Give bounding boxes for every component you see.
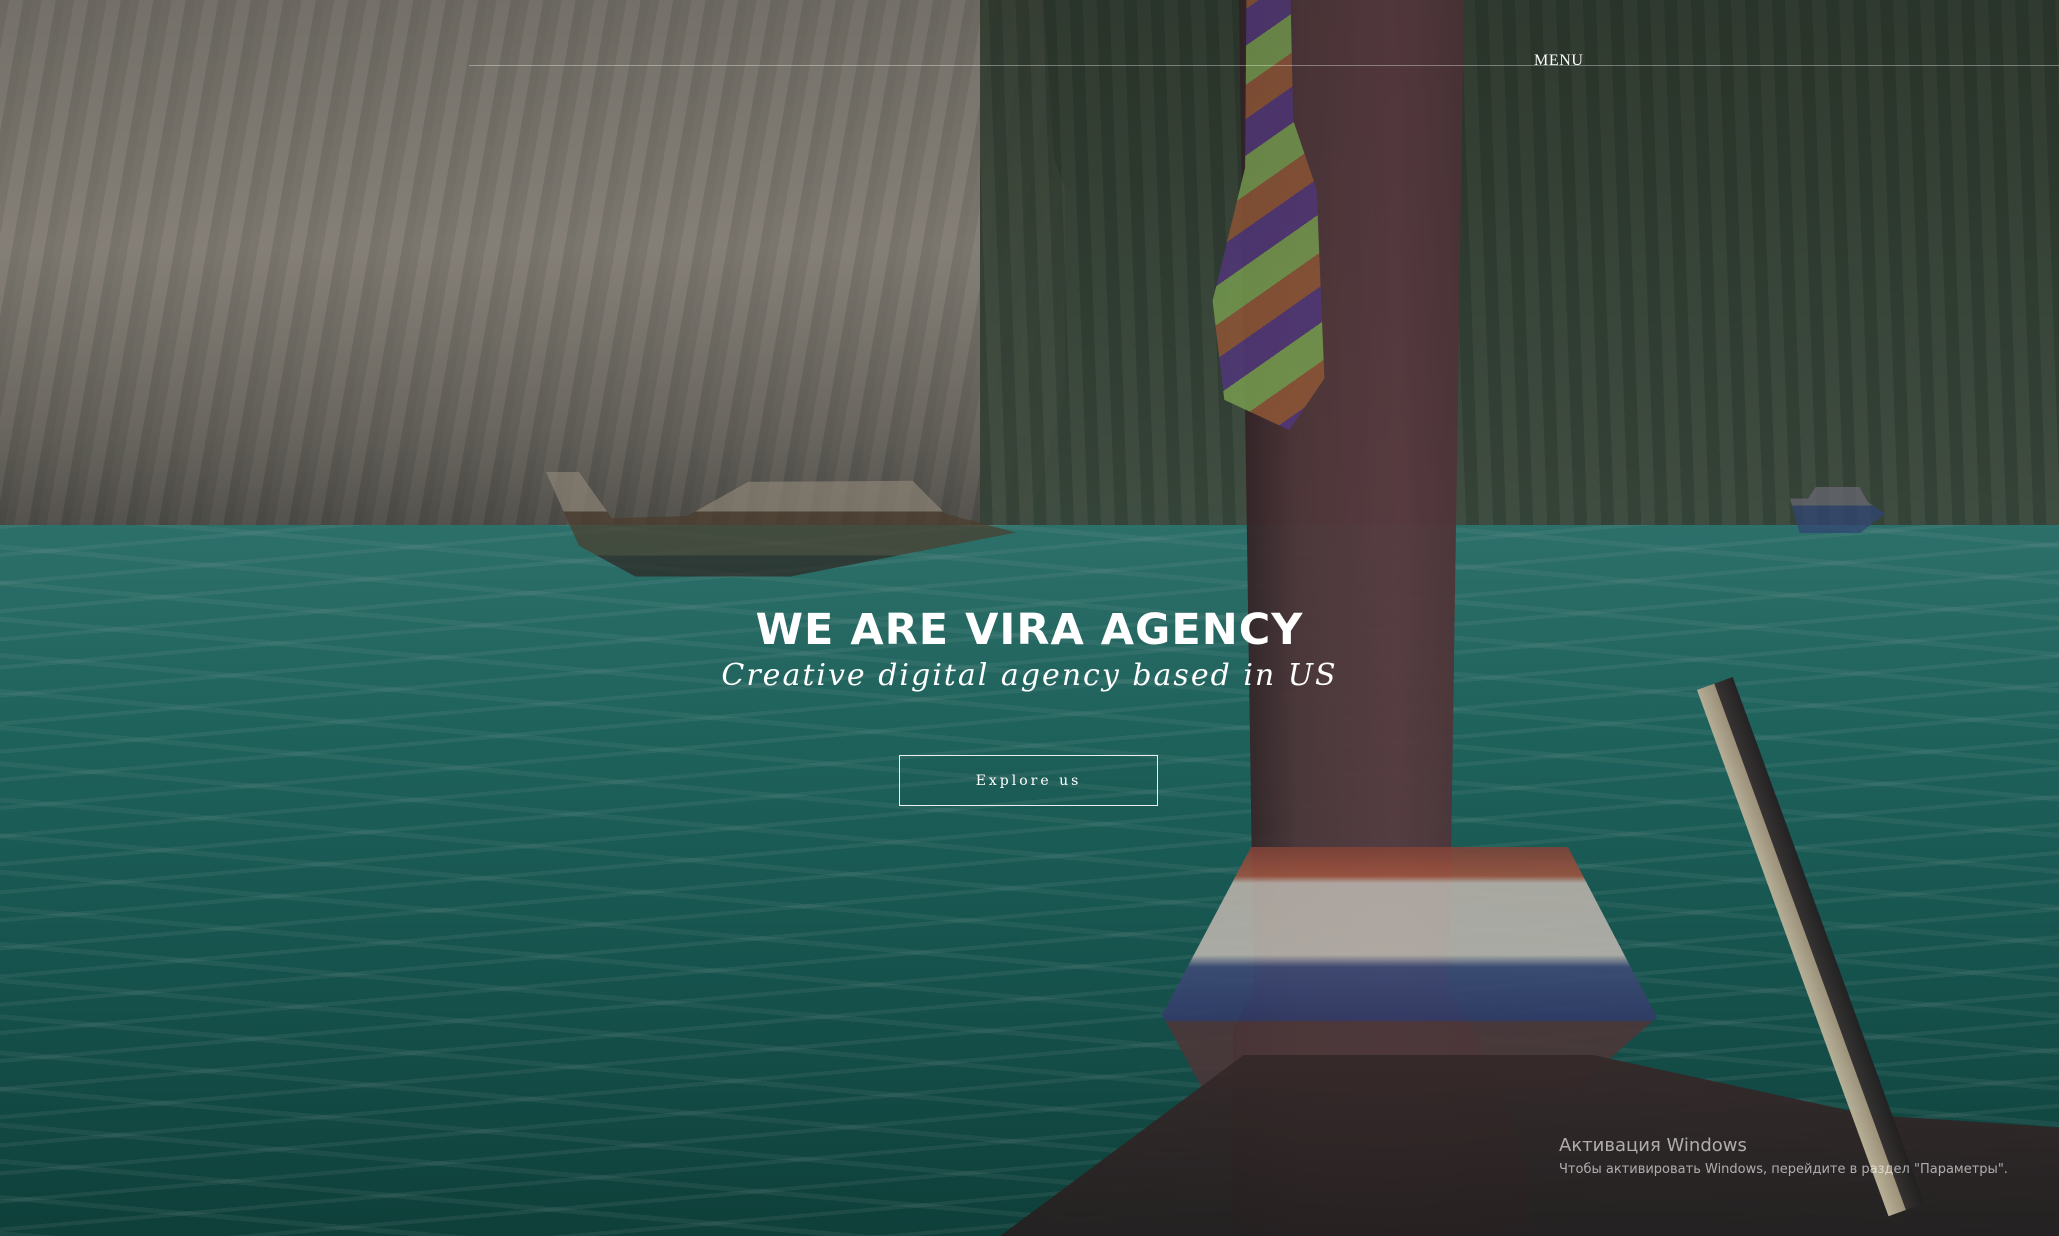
explore-button[interactable]: Explore us [899,755,1158,806]
menu-link[interactable]: MENU [1534,52,1584,70]
hero-subtitle: Creative digital agency based in US [721,658,1338,693]
hero-content: WE ARE VIRA AGENCY Creative digital agen… [650,605,1409,810]
header-divider [469,65,2059,66]
hero-page: MENU WE ARE VIRA AGENCY Creative digital… [0,0,2059,1236]
hero-title: WE ARE VIRA AGENCY [755,605,1304,655]
